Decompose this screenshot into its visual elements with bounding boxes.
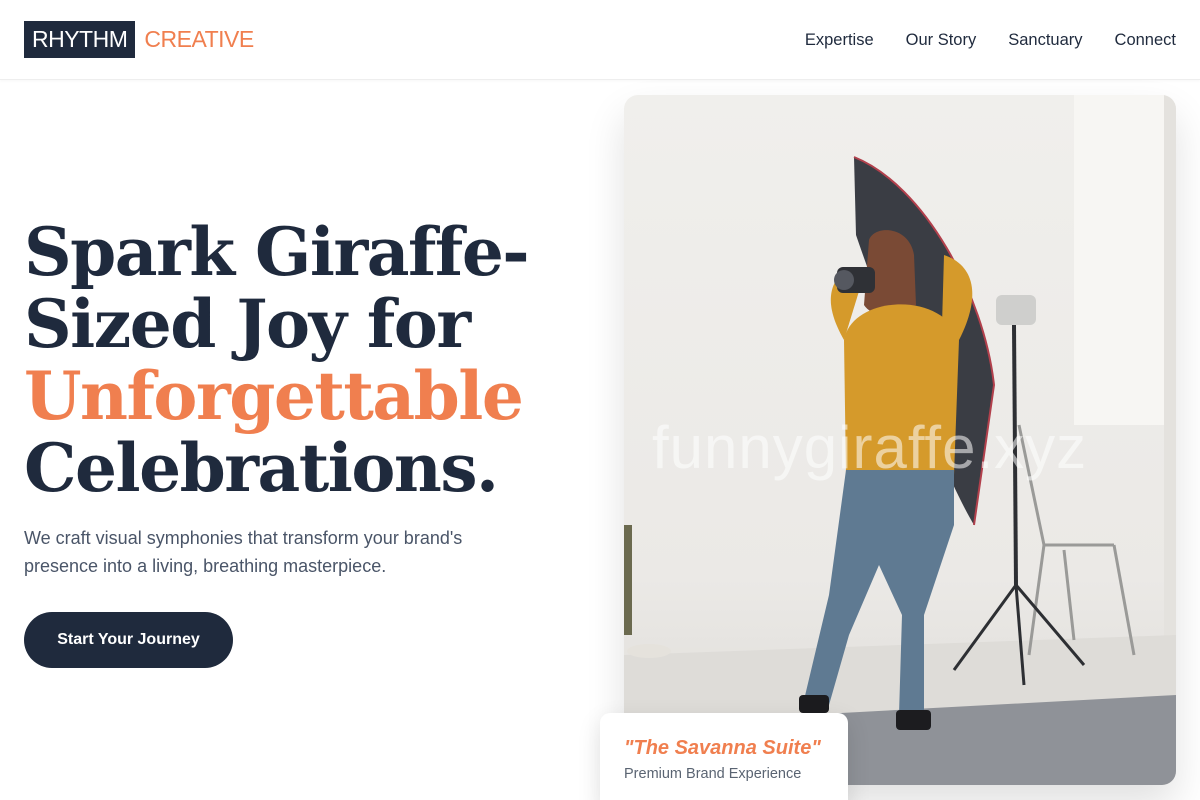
nav-link-sanctuary[interactable]: Sanctuary (1008, 31, 1082, 50)
nav-link-connect[interactable]: Connect (1115, 31, 1176, 50)
logo[interactable]: RHYTHM CREATIVE (24, 21, 254, 58)
hero-headline: Spark Giraffe- Sized Joy for Unforgettab… (24, 216, 584, 504)
nav-link-our-story[interactable]: Our Story (906, 31, 977, 50)
site-header: RHYTHM CREATIVE Expertise Our Story Sanc… (0, 0, 1200, 80)
headline-accent: Unforgettable (24, 357, 524, 435)
headline-line-4: Celebrations. (24, 429, 499, 507)
logo-accent: CREATIVE (144, 26, 254, 52)
headline-line-2: Sized Joy for (24, 285, 471, 363)
main-nav: Expertise Our Story Sanctuary Connect (805, 0, 1176, 80)
caption-card: "The Savanna Suite" Premium Brand Experi… (600, 713, 848, 800)
hero-image: funnygiraffe.xyz (624, 95, 1176, 785)
hero-subtitle: We craft visual symphonies that transfor… (24, 528, 463, 576)
headline-line-1: Spark Giraffe- (24, 213, 530, 291)
watermark-text: funnygiraffe.xyz (652, 414, 1088, 481)
caption-subtitle: Premium Brand Experience (624, 766, 802, 782)
caption-title: "The Savanna Suite" (624, 737, 821, 759)
start-journey-button[interactable]: Start Your Journey (24, 612, 233, 668)
logo-main: RHYTHM (24, 21, 136, 58)
nav-link-expertise[interactable]: Expertise (805, 31, 874, 50)
